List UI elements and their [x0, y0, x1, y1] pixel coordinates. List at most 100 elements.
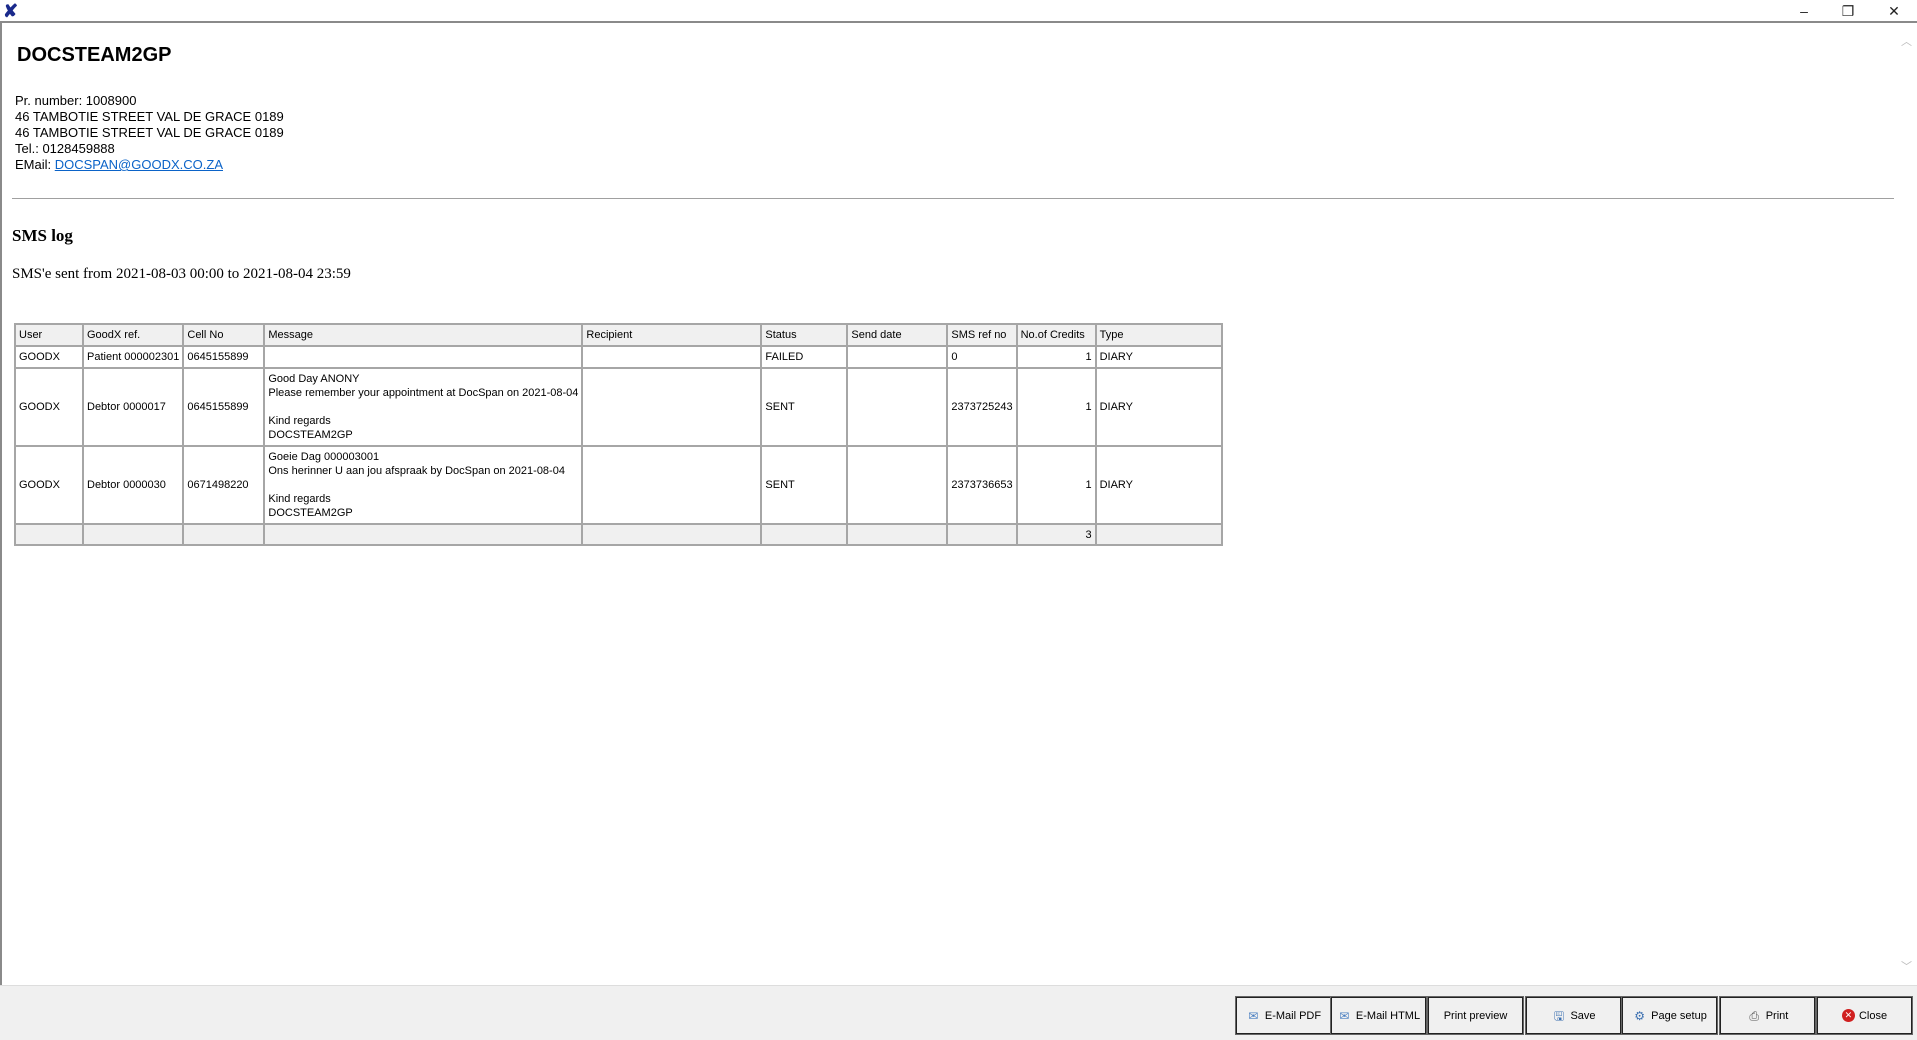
save-label: Save: [1570, 1009, 1596, 1022]
print-preview-label: Print preview: [1443, 1009, 1508, 1022]
empty-cell: [14, 523, 84, 546]
page-setup-icon: ⚙: [1634, 1008, 1646, 1023]
cell-send-date: [846, 345, 949, 369]
empty-cell: [1094, 523, 1223, 546]
envelope-icon: ✉: [1339, 1008, 1350, 1023]
org-name: DOCSTEAM2GP: [17, 44, 172, 66]
message-line: DOCSTEAM2GP: [268, 507, 353, 519]
cell-sms-ref: 0: [946, 345, 1018, 369]
pr-number: Pr. number: 1008900: [15, 93, 137, 108]
empty-cell: [182, 523, 266, 546]
total-credits: 3: [1015, 523, 1097, 546]
empty-cell: [946, 523, 1018, 546]
empty-cell: [263, 523, 584, 546]
cell-recipient: [581, 445, 763, 525]
empty-cell: [760, 523, 849, 546]
vertical-scrollbar[interactable]: ︿ ﹀: [1897, 23, 1917, 985]
cell-message: Goeie Dag 000003001 Ons herinner U aan jo…: [263, 445, 584, 525]
cell-credits: 1: [1015, 445, 1097, 525]
table-row: GOODX Patient 000002301 0645155899 FAILED 0 1…: [14, 345, 1223, 369]
cell-cell: 0645155899: [182, 367, 266, 447]
cell-recipient: [581, 345, 763, 369]
column-header: Type: [1094, 323, 1223, 347]
table-row: GOODX Debtor 0000030 0671498220 Goeie Dag 0…: [14, 445, 1223, 525]
table-row: GOODX Debtor 0000017 0645155899 Good Day AN…: [14, 367, 1223, 447]
address-line-2: 46 TAMBOTIE STREET VAL DE GRACE 0189: [15, 125, 284, 140]
message-line: Kind regards: [268, 493, 331, 505]
empty-cell: [581, 523, 763, 546]
cell-message: [263, 345, 584, 369]
print-button[interactable]: ⎙ Print: [1719, 996, 1816, 1035]
cell-ref: Patient 000002301: [81, 345, 185, 369]
email-html-label: E-Mail HTML: [1355, 1009, 1421, 1022]
message-line: Good Day ANONY: [268, 373, 360, 385]
cell-user: GOODX: [14, 367, 84, 447]
cell-cell: 0645155899: [182, 345, 266, 369]
message-line: Goeie Dag 000003001: [268, 451, 380, 463]
save-button[interactable]: 🖫 Save: [1525, 996, 1622, 1035]
envelope-icon: ✉: [1248, 1008, 1259, 1023]
email-pdf-button[interactable]: ✉ E-Mail PDF: [1235, 996, 1332, 1035]
print-label: Print: [1765, 1009, 1789, 1022]
title-bar: ✘ – ❐ ✕: [0, 0, 1917, 23]
message-line: [268, 400, 578, 414]
column-header: SMS ref no: [946, 323, 1018, 347]
cell-user: GOODX: [14, 345, 84, 369]
bottom-toolbar: ✉ E-Mail PDF ✉ E-Mail HTML Print preview 🖫…: [0, 985, 1917, 1040]
scroll-up-icon[interactable]: ︿: [1901, 33, 1912, 49]
column-header: Send date: [846, 323, 949, 347]
scroll-down-icon[interactable]: ﹀: [1901, 958, 1912, 974]
divider: [12, 198, 1894, 199]
email-pdf-label: E-Mail PDF: [1264, 1009, 1322, 1022]
cell-type: DIARY: [1094, 445, 1223, 525]
sms-log-table: User GoodX ref. Cell No Message Recipient Sta…: [14, 323, 1223, 546]
table-header-row: User GoodX ref. Cell No Message Recipient Sta…: [14, 323, 1223, 347]
column-header: Recipient: [581, 323, 763, 347]
column-header: Status: [760, 323, 849, 347]
cell-ref: Debtor 0000017: [81, 367, 185, 447]
column-header: No.of Credits: [1015, 323, 1097, 347]
close-circle-icon: ✕: [1841, 1009, 1855, 1022]
telephone: Tel.: 0128459888: [15, 141, 115, 156]
window-close-button[interactable]: ✕: [1872, 0, 1916, 22]
close-button[interactable]: ✕ Close: [1816, 996, 1913, 1035]
restore-button[interactable]: ❐: [1826, 0, 1870, 22]
cell-recipient: [581, 367, 763, 447]
column-header: Cell No: [182, 323, 266, 347]
cell-cell: 0671498220: [182, 445, 266, 525]
print-preview-button[interactable]: Print preview: [1427, 996, 1524, 1035]
app-logo-icon: ✘: [3, 1, 19, 21]
report-title: SMS log: [12, 226, 73, 245]
printer-icon: ⎙: [1749, 1008, 1759, 1023]
message-line: DOCSTEAM2GP: [268, 429, 353, 441]
message-line: [268, 478, 578, 492]
cell-sms-ref: 2373736653: [946, 445, 1018, 525]
cell-ref: Debtor 0000030: [81, 445, 185, 525]
address-line-1: 46 TAMBOTIE STREET VAL DE GRACE 0189: [15, 109, 284, 124]
email-html-button[interactable]: ✉ E-Mail HTML: [1330, 996, 1427, 1035]
report-view: DOCSTEAM2GP Pr. number: 1008900 46 TAMBO…: [0, 23, 1917, 985]
empty-cell: [81, 523, 185, 546]
column-header: Message: [263, 323, 584, 347]
page-setup-label: Page setup: [1651, 1009, 1707, 1022]
cell-type: DIARY: [1094, 367, 1223, 447]
cell-status: FAILED: [760, 345, 849, 369]
cell-credits: 1: [1015, 367, 1097, 447]
email-link[interactable]: DOCSPAN@GOODX.CO.ZA: [55, 157, 223, 172]
message-line: Please remember your appointment at DocS…: [268, 387, 579, 399]
cell-type: DIARY: [1094, 345, 1223, 369]
close-label: Close: [1858, 1009, 1888, 1022]
cell-user: GOODX: [14, 445, 84, 525]
practice-info: Pr. number: 1008900 46 TAMBOTIE STREET V…: [15, 93, 284, 173]
email-label: EMail:: [15, 157, 55, 172]
cell-status: SENT: [760, 445, 849, 525]
column-header: User: [14, 323, 84, 347]
report-date-range: SMS'e sent from 2021-08-03 00:00 to 2021…: [12, 266, 351, 282]
minimize-button[interactable]: –: [1782, 0, 1826, 22]
page-setup-button[interactable]: ⚙ Page setup: [1621, 996, 1718, 1035]
cell-send-date: [846, 445, 949, 525]
cell-credits: 1: [1015, 345, 1097, 369]
empty-cell: [846, 523, 949, 546]
cell-status: SENT: [760, 367, 849, 447]
cell-sms-ref: 2373725243: [946, 367, 1018, 447]
